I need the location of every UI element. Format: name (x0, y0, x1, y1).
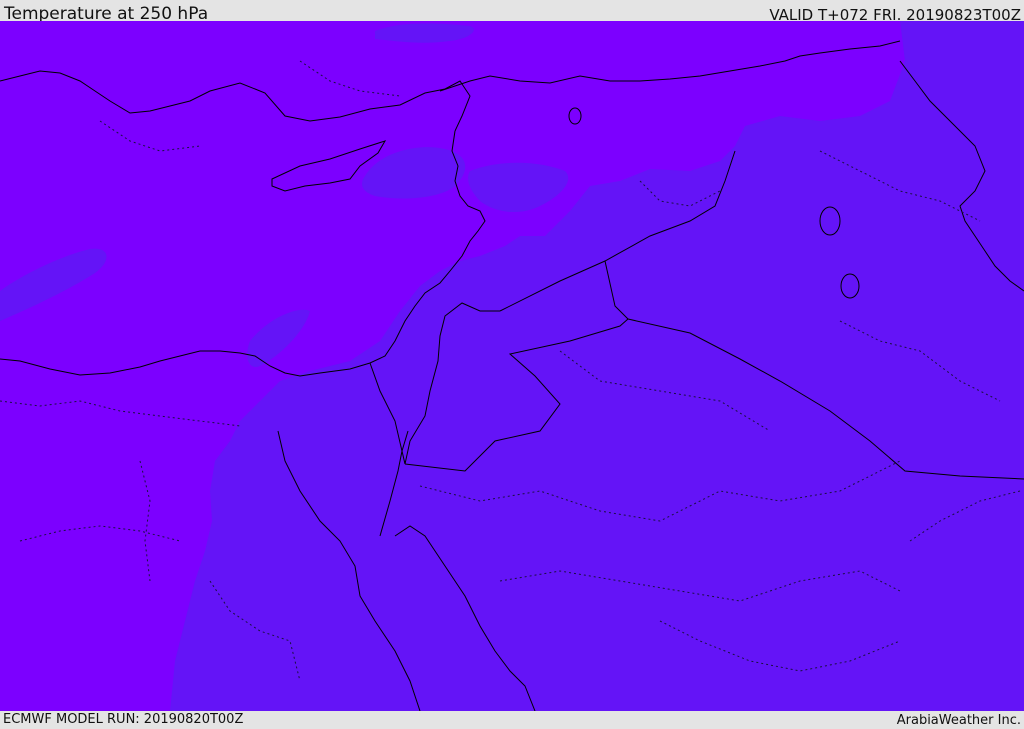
header-bar: Temperature at 250 hPa VALID T+072 FRI. … (0, 0, 1024, 24)
temperature-map (0, 21, 1024, 711)
credit-label: ArabiaWeather Inc. (896, 713, 1021, 728)
footer-bar: ECMWF MODEL RUN: 20190820T00Z ArabiaWeat… (0, 711, 1024, 729)
model-run-label: ECMWF MODEL RUN: 20190820T00Z (3, 712, 244, 727)
weather-map-frame: Temperature at 250 hPa VALID T+072 FRI. … (0, 0, 1024, 729)
map-canvas (0, 21, 1024, 711)
